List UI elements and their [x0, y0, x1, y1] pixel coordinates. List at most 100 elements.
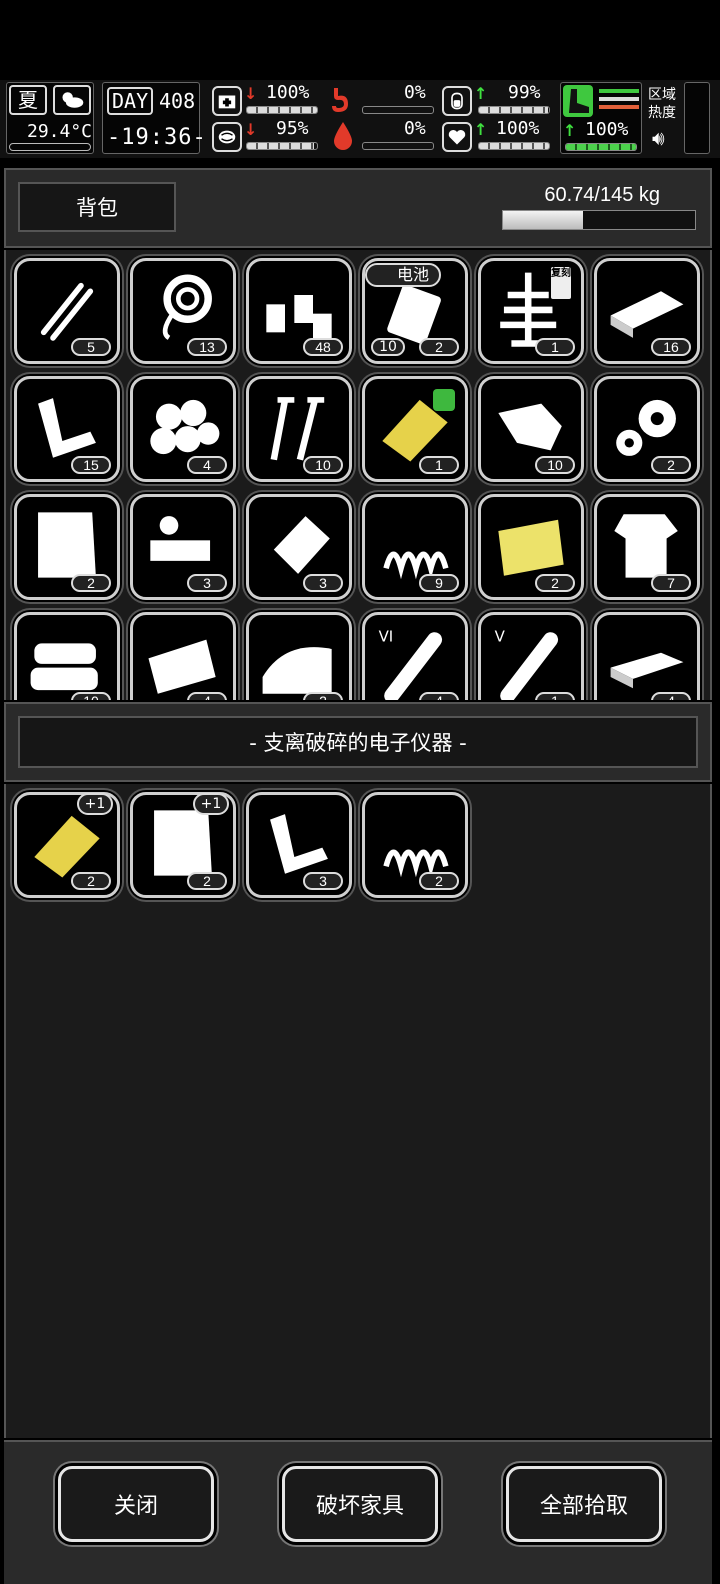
bladder-icon	[442, 86, 472, 116]
item-count: 13	[187, 338, 227, 356]
brain-icon	[212, 122, 242, 152]
item-slot[interactable]: 2 +1	[14, 792, 120, 898]
item-slot[interactable]: 5	[14, 258, 120, 364]
zone-heat-meter	[684, 82, 710, 154]
item-slot[interactable]: 3	[246, 792, 352, 898]
medkit-icon	[212, 86, 242, 116]
backpack-grid[interactable]: 51348210电池1复刻161541011022339271042VI4V14	[4, 250, 712, 700]
towels-icon	[30, 643, 98, 691]
backpack-items: 51348210电池1复刻161541011022339271042VI4V14	[14, 258, 700, 700]
foot-icon	[563, 85, 593, 117]
item-slot[interactable]: 4	[130, 612, 236, 700]
stamina-line	[599, 105, 639, 109]
thirst-bar	[362, 142, 434, 150]
heart-bar	[478, 142, 550, 150]
status-hud: 夏 29.4°C DAY 408 -19:36- ↓ 100% ↓ 95% 0%…	[0, 80, 720, 158]
item-slot[interactable]: VI 4	[362, 612, 468, 700]
replica-badge: 复刻	[551, 267, 571, 299]
down-arrow-icon: ↓	[244, 120, 258, 139]
item-count: 9	[419, 574, 459, 592]
item-slot[interactable]: 10	[14, 612, 120, 700]
item-slot[interactable]: 48	[246, 258, 352, 364]
item-count: 2	[419, 338, 459, 356]
container-grid[interactable]: 2 +1 2 +1 3 2	[4, 784, 712, 1438]
backpack-tab[interactable]: 背包	[18, 182, 176, 232]
item-slot[interactable]: 15	[14, 376, 120, 482]
hunger-value: 0%	[404, 82, 426, 103]
item-slot[interactable]: 1 复刻	[478, 258, 584, 364]
destroy-furniture-button[interactable]: 破坏家具	[282, 1466, 438, 1542]
item-count: 3	[303, 872, 343, 890]
day-number: 408	[159, 89, 196, 113]
weight-text: 60.74/145 kg	[544, 184, 660, 206]
item-count: 2	[651, 456, 691, 474]
item-slot[interactable]: 3	[246, 494, 352, 600]
health-bar	[246, 106, 318, 114]
action-bar: 关闭 破坏家具 全部拾取	[4, 1440, 712, 1584]
foot-bar	[565, 143, 637, 151]
bonus-bubble: +1	[193, 793, 229, 815]
cloudy-sun-icon	[53, 85, 91, 115]
test-tube-v-icon: V	[495, 628, 559, 700]
stamina-panel: ↑ 100%	[560, 82, 642, 154]
item-slot[interactable]: 9	[362, 494, 468, 600]
item-slot[interactable]: 2	[362, 792, 468, 898]
zone-label-line2: 热度	[648, 105, 676, 121]
up-arrow-icon: ↑	[474, 84, 488, 103]
container-title: - 支离破碎的电子仪器 -	[18, 716, 698, 768]
test-tube-vi-icon: VI	[379, 628, 443, 700]
weight-fill	[503, 211, 584, 229]
foot-value: 100%	[585, 119, 629, 140]
item-slot[interactable]: 2 +1	[130, 792, 236, 898]
stomach-icon	[326, 84, 356, 116]
blanket-icon	[262, 647, 332, 694]
item-slot[interactable]: 2	[594, 376, 700, 482]
item-slot[interactable]: 16	[594, 258, 700, 364]
item-count: 2	[71, 872, 111, 890]
up-arrow-icon: ↑	[474, 120, 488, 139]
item-count: 1	[535, 692, 575, 700]
item-slot[interactable]: 1	[362, 376, 468, 482]
cash-stack-icon	[610, 652, 684, 689]
item-count: 10	[303, 456, 343, 474]
item-count: 1	[419, 456, 459, 474]
item-count: 3	[187, 574, 227, 592]
item-slot[interactable]: 13	[130, 258, 236, 364]
zone-heat-label: 区域 热度	[648, 86, 688, 122]
svg-text:V: V	[495, 628, 506, 646]
item-slot[interactable]: 2	[246, 612, 352, 700]
time-display: -19:36-	[107, 125, 207, 150]
season-label: 夏	[9, 85, 47, 115]
item-slot[interactable]: 7	[594, 494, 700, 600]
item-count: 2	[71, 574, 111, 592]
hunger-bar	[362, 106, 434, 114]
note-icon	[433, 389, 455, 411]
item-slot[interactable]: 4	[130, 376, 236, 482]
zone-label-line1: 区域	[648, 87, 676, 103]
stamina-line	[599, 97, 639, 101]
item-slot[interactable]: V1	[478, 612, 584, 700]
bonus-bubble: +1	[77, 793, 113, 815]
item-slot[interactable]: 2 10 电池	[362, 258, 468, 364]
item-count: 3	[303, 574, 343, 592]
item-slot[interactable]: 3	[130, 494, 236, 600]
container-header: - 支离破碎的电子仪器 -	[4, 702, 712, 782]
item-count: 10	[71, 692, 111, 700]
close-button[interactable]: 关闭	[58, 1466, 214, 1542]
item-slot[interactable]: 2	[14, 494, 120, 600]
speaker-icon[interactable]: 🔊︎	[652, 126, 665, 150]
item-slot[interactable]: 4	[594, 612, 700, 700]
item-count: 7	[651, 574, 691, 592]
sanity-bar	[246, 142, 318, 150]
item-slot[interactable]: 10	[246, 376, 352, 482]
item-count: 2	[303, 692, 343, 700]
sanity-value: 95%	[276, 118, 309, 139]
weight-bar	[502, 210, 696, 230]
item-count: 48	[303, 338, 343, 356]
heart-icon	[442, 122, 472, 152]
pick-all-button[interactable]: 全部拾取	[506, 1466, 662, 1542]
item-count: 4	[419, 692, 459, 700]
day-label: DAY	[107, 87, 154, 115]
item-slot[interactable]: 10	[478, 376, 584, 482]
item-slot[interactable]: 2	[478, 494, 584, 600]
